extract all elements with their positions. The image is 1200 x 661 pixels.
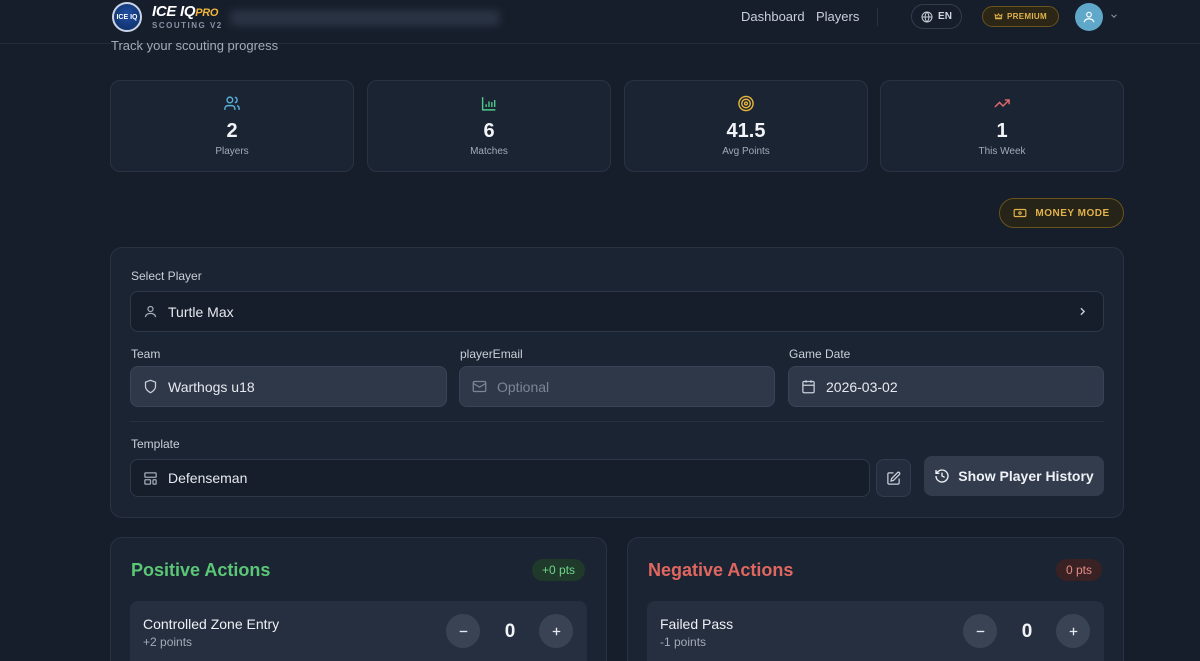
logo-pro-text: PRO xyxy=(195,7,219,19)
logo-brand: ICE IQPRO xyxy=(152,4,223,19)
history-icon xyxy=(935,469,949,483)
action-count: 0 xyxy=(1021,621,1033,642)
select-player-label: Select Player xyxy=(131,269,202,283)
user-icon xyxy=(1083,11,1095,23)
language-label: EN xyxy=(938,11,952,22)
team-field[interactable]: Warthogs u18 xyxy=(130,366,447,407)
nav-divider xyxy=(877,8,878,26)
action-points: +2 points xyxy=(143,635,193,649)
email-label: playerEmail xyxy=(460,347,523,361)
minus-icon xyxy=(459,630,467,632)
game-date-label: Game Date xyxy=(789,347,851,361)
stat-label: Matches xyxy=(470,146,508,157)
calendar-icon xyxy=(802,380,815,394)
premium-badge[interactable]: PREMIUM xyxy=(982,6,1059,27)
stat-label: Players xyxy=(215,146,249,157)
logo-badge-icon: ICE IQ xyxy=(112,2,142,32)
stat-card-avg-points: 41.5 Avg Points xyxy=(624,80,868,172)
positive-actions-title: Positive Actions xyxy=(131,560,271,580)
show-player-history-label: Show Player History xyxy=(958,468,1094,484)
plus-icon xyxy=(1069,627,1077,635)
nav-dashboard-link[interactable]: Dashboard xyxy=(741,9,805,24)
logo-subtitle: SCOUTING V2 xyxy=(152,21,223,30)
premium-label: PREMIUM xyxy=(1007,12,1047,21)
positive-points-badge: +0 pts xyxy=(532,559,586,581)
action-row: Failed Pass -1 points 0 xyxy=(647,601,1104,661)
decrement-button[interactable] xyxy=(963,614,997,648)
action-name: Controlled Zone Entry xyxy=(143,616,280,632)
chevron-right-icon xyxy=(1080,307,1086,316)
user-icon xyxy=(144,305,157,318)
increment-button[interactable] xyxy=(1056,614,1090,648)
stat-card-players: 2 Players xyxy=(110,80,354,172)
stat-value: 41.5 xyxy=(726,120,766,142)
decrement-button[interactable] xyxy=(446,614,480,648)
template-select-value: Defenseman xyxy=(168,470,248,486)
email-field[interactable]: Optional xyxy=(459,366,775,407)
logo-brand-text: ICE IQ xyxy=(152,3,196,20)
stat-card-this-week: 1 This Week xyxy=(880,80,1124,172)
edit-icon xyxy=(887,471,901,485)
page-subtitle: Track your scouting progress xyxy=(111,38,279,53)
money-mode-label: MONEY MODE xyxy=(1035,207,1110,219)
user-avatar-button[interactable] xyxy=(1075,3,1103,31)
increment-button[interactable] xyxy=(539,614,573,648)
stat-value: 2 xyxy=(226,120,238,142)
form-divider xyxy=(130,421,1104,422)
mail-icon xyxy=(472,380,487,393)
stat-label: Avg Points xyxy=(722,146,770,157)
positive-actions-panel: Positive Actions +0 pts Controlled Zone … xyxy=(110,537,607,661)
bar-chart-icon xyxy=(481,97,496,111)
globe-icon xyxy=(921,11,933,22)
player-select[interactable]: Turtle Max xyxy=(130,291,1104,332)
email-placeholder: Optional xyxy=(497,378,550,395)
minus-icon xyxy=(976,630,984,632)
chevron-down-icon[interactable] xyxy=(1109,11,1119,21)
template-select[interactable]: Defenseman xyxy=(130,459,870,497)
trending-up-icon xyxy=(994,99,1010,108)
team-field-value: Warthogs u18 xyxy=(168,378,255,395)
template-label: Template xyxy=(131,437,180,451)
users-icon xyxy=(224,96,240,110)
game-date-field[interactable]: 2026-03-02 xyxy=(788,366,1104,407)
shield-icon xyxy=(144,379,157,394)
nav-players-link[interactable]: Players xyxy=(816,9,859,24)
stat-value: 1 xyxy=(996,120,1008,142)
crown-icon xyxy=(994,13,1003,20)
negative-actions-panel: Negative Actions 0 pts Failed Pass -1 po… xyxy=(627,537,1124,661)
edit-template-button[interactable] xyxy=(876,459,911,497)
blurred-page-title xyxy=(230,10,500,26)
game-date-value: 2026-03-02 xyxy=(826,378,898,395)
language-switcher-button[interactable]: EN xyxy=(911,4,962,29)
stat-label: This Week xyxy=(978,146,1026,157)
player-select-value: Turtle Max xyxy=(168,303,234,320)
money-mode-button[interactable]: MONEY MODE xyxy=(999,198,1124,228)
action-row: Controlled Zone Entry +2 points 0 xyxy=(130,601,587,661)
show-player-history-button[interactable]: Show Player History xyxy=(924,456,1104,496)
app-logo[interactable]: ICE IQ ICE IQPRO SCOUTING V2 xyxy=(112,2,223,32)
target-icon xyxy=(738,95,754,112)
stat-value: 6 xyxy=(483,120,495,142)
negative-points-badge: 0 pts xyxy=(1056,559,1103,581)
banknote-icon xyxy=(1013,208,1027,218)
negative-actions-title: Negative Actions xyxy=(648,560,794,580)
logo-badge-text: ICE IQ xyxy=(116,13,138,21)
plus-icon xyxy=(552,627,560,635)
action-name: Failed Pass xyxy=(660,616,734,632)
action-count: 0 xyxy=(504,621,516,642)
action-points: -1 points xyxy=(660,635,707,649)
team-label: Team xyxy=(131,347,161,361)
layout-template-icon xyxy=(144,471,157,485)
stat-card-matches: 6 Matches xyxy=(367,80,611,172)
